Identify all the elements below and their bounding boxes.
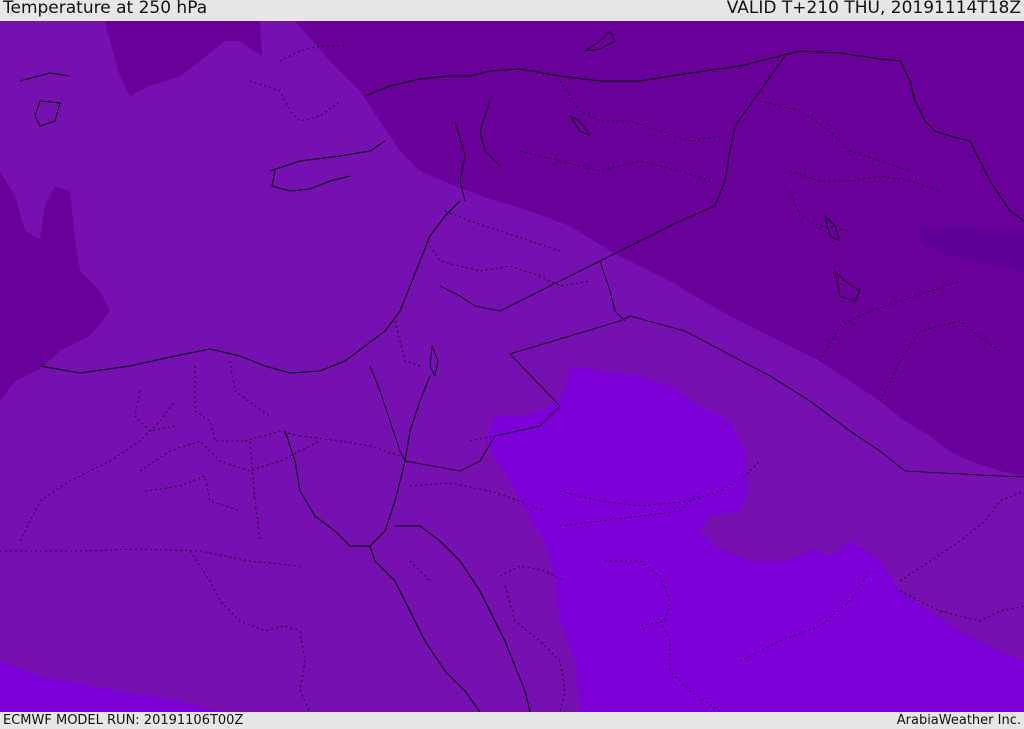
footer-bar: ECMWF MODEL RUN: 20191106T00Z ArabiaWeat… xyxy=(0,712,1024,729)
model-run-label: ECMWF MODEL RUN: 20191106T00Z xyxy=(3,713,244,728)
header-bar: Temperature at 250 hPa VALID T+210 THU, … xyxy=(0,0,1024,21)
map-canvas xyxy=(0,21,1024,712)
valid-time-label: VALID T+210 THU, 20191114T18Z xyxy=(726,0,1021,18)
credit-label: ArabiaWeather Inc. xyxy=(896,713,1021,728)
map-title: Temperature at 250 hPa xyxy=(3,0,208,18)
temperature-map xyxy=(0,21,1024,712)
